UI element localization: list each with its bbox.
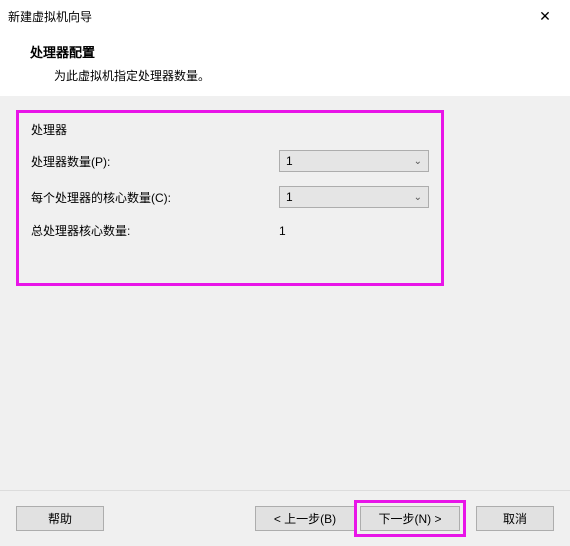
- page-title: 处理器配置: [30, 42, 570, 61]
- processor-count-label: 处理器数量(P):: [31, 153, 279, 170]
- content-area: 处理器 处理器数量(P): 1 ⌄ 每个处理器的核心数量(C): 1 ⌄ 总处理…: [0, 96, 570, 490]
- cores-per-value: 1: [286, 190, 293, 204]
- page-subtitle: 为此虚拟机指定处理器数量。: [30, 67, 570, 84]
- cancel-button[interactable]: 取消: [476, 506, 554, 531]
- button-bar: 帮助 < 上一步(B) 下一步(N) > 取消: [0, 490, 570, 546]
- wizard-header: 处理器配置 为此虚拟机指定处理器数量。: [0, 32, 570, 99]
- close-icon[interactable]: ✕: [530, 8, 560, 25]
- chevron-down-icon: ⌄: [414, 156, 422, 167]
- processor-count-value: 1: [286, 154, 293, 168]
- processor-count-row: 处理器数量(P): 1 ⌄: [31, 150, 429, 172]
- help-button[interactable]: 帮助: [16, 506, 104, 531]
- next-highlight: 下一步(N) >: [354, 500, 466, 537]
- cores-per-select[interactable]: 1 ⌄: [279, 186, 429, 208]
- section-label: 处理器: [31, 121, 429, 138]
- processor-count-select[interactable]: 1 ⌄: [279, 150, 429, 172]
- total-cores-value: 1: [279, 224, 286, 238]
- titlebar: 新建虚拟机向导 ✕: [0, 0, 570, 32]
- chevron-down-icon: ⌄: [414, 192, 422, 203]
- total-cores-label: 总处理器核心数量:: [31, 222, 279, 239]
- cores-per-label: 每个处理器的核心数量(C):: [31, 189, 279, 206]
- next-button[interactable]: 下一步(N) >: [360, 506, 460, 531]
- cores-per-row: 每个处理器的核心数量(C): 1 ⌄: [31, 186, 429, 208]
- processor-group: 处理器 处理器数量(P): 1 ⌄ 每个处理器的核心数量(C): 1 ⌄ 总处理…: [16, 110, 444, 286]
- back-button[interactable]: < 上一步(B): [255, 506, 355, 531]
- window-title: 新建虚拟机向导: [8, 8, 92, 25]
- total-cores-row: 总处理器核心数量: 1: [31, 222, 429, 239]
